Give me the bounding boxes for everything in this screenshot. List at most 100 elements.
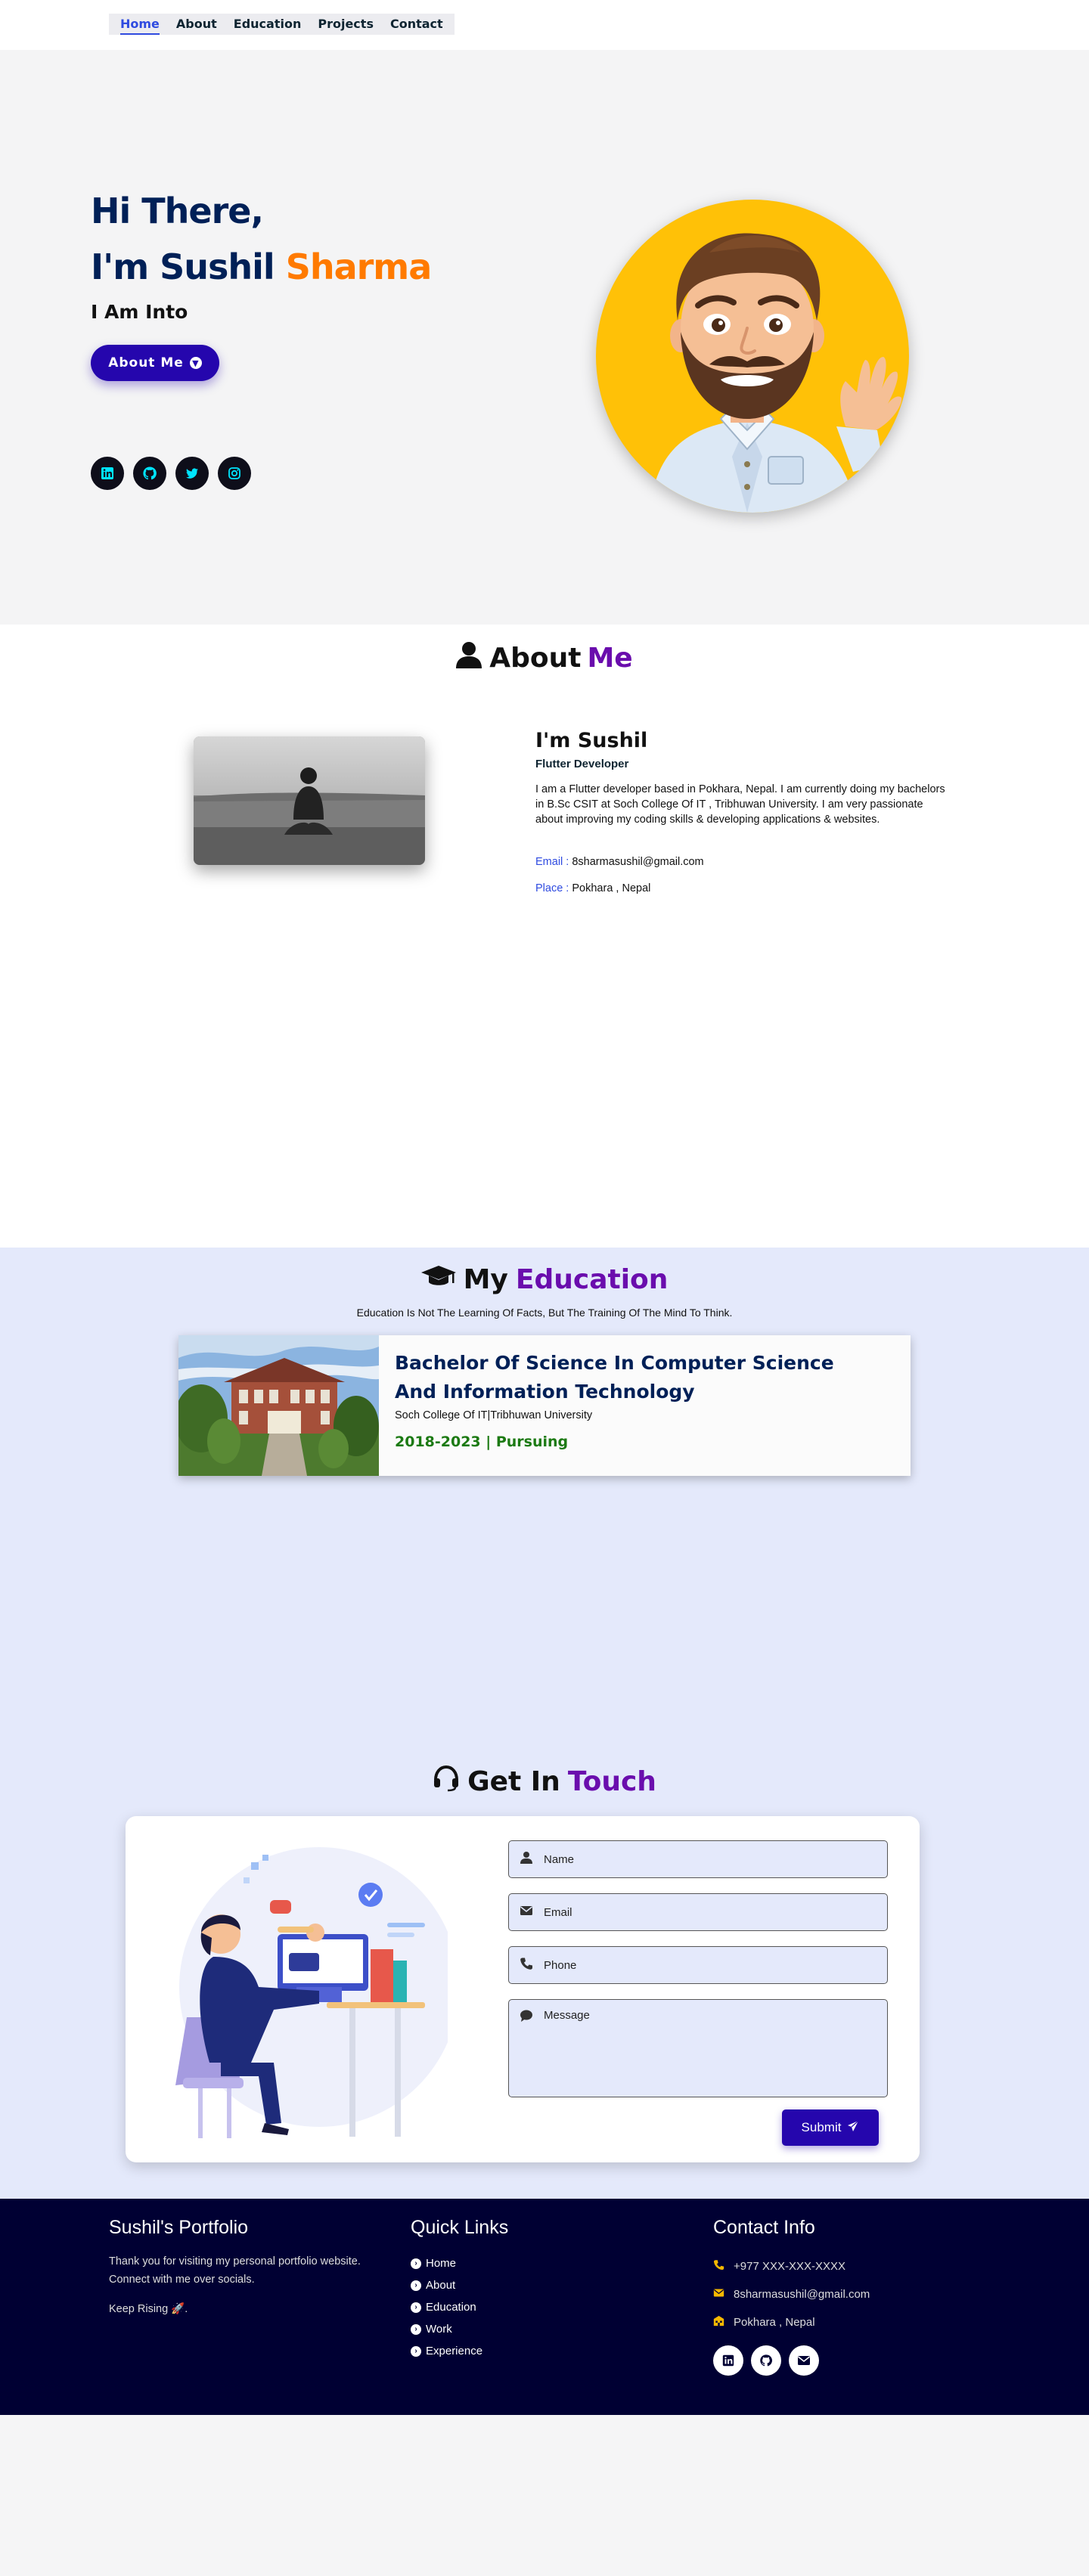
user-icon (520, 1851, 533, 1868)
about-email: Email : 8sharmasushil@gmail.com (535, 856, 704, 868)
footer-link-home[interactable]: › Home (411, 2252, 508, 2274)
footer-brand-text: Thank you for visiting my personal portf… (109, 2255, 361, 2286)
footer-phone: +977 XXX-XXX-XXXX (713, 2252, 870, 2280)
submit-button[interactable]: Submit (782, 2109, 879, 2146)
education-card: Bachelor Of Science In Computer Science … (178, 1335, 911, 1476)
hero-name-highlight: Sharma (285, 246, 433, 287)
linkedin-icon[interactable] (91, 457, 124, 490)
footer-link-label: Home (426, 2257, 457, 2270)
hero-greeting: Hi There, (91, 191, 264, 231)
footer-link-about[interactable]: › About (411, 2274, 508, 2296)
footer-contact-info: Contact Info +977 XXX-XXX-XXXX 8sharmasu… (713, 2217, 870, 2376)
footer: Sushil's Portfolio Thank you for visitin… (0, 2199, 1089, 2415)
about-photo (194, 736, 425, 865)
footer-place-value: Pokhara , Nepal (734, 2316, 815, 2329)
chevron-right-icon: › (411, 2323, 421, 2335)
chevron-right-icon: › (411, 2302, 421, 2313)
about-description: I am a Flutter developer based in Pokhar… (535, 783, 945, 826)
about-role: Flutter Developer (535, 758, 629, 770)
github-icon[interactable] (133, 457, 166, 490)
hero-socials (91, 457, 251, 490)
about-email-label: Email : (535, 856, 569, 868)
hero-heading: Hi There, I'm Sushil Sharma (91, 183, 433, 295)
about-place-value: Pokhara , Nepal (572, 882, 651, 894)
contact-title-highlight: Touch (567, 1766, 656, 1797)
hero-avatar (596, 200, 909, 513)
footer-info-title: Contact Info (713, 2217, 815, 2238)
nav-links: Home About Education Projects Contact (109, 14, 455, 35)
about-name: I'm Sushil (535, 729, 648, 752)
education-quote: Education Is Not The Learning Of Facts, … (356, 1307, 733, 1319)
envelope-icon (520, 1904, 533, 1920)
name-input[interactable]: Name (508, 1840, 888, 1878)
education-section: My Education Education Is Not The Learni… (0, 1248, 1089, 1747)
footer-brand-title: Sushil's Portfolio (109, 2217, 249, 2238)
graduation-cap-icon (420, 1264, 456, 1295)
submit-button-label: Submit (801, 2120, 842, 2134)
footer-link-label: About (426, 2279, 456, 2292)
chevron-right-icon: › (411, 2280, 421, 2291)
nav-link-about[interactable]: About (168, 14, 225, 35)
contact-card: Name Email Phone Message Submit (126, 1816, 920, 2162)
education-title-text: My (463, 1264, 508, 1295)
contact-title-text: Get In (467, 1766, 560, 1797)
about-title-highlight: Me (587, 643, 633, 674)
headset-icon (433, 1765, 460, 1799)
email-input[interactable]: Email (508, 1893, 888, 1931)
hero-subtitle: I Am Into (91, 301, 188, 323)
phone-icon (713, 2259, 724, 2274)
about-section: About Me I'm Sushil Flutter Developer I … (0, 625, 1089, 1248)
nav-link-education[interactable]: Education (225, 14, 310, 35)
hero-name: I'm Sushil (91, 246, 275, 287)
footer-link-education[interactable]: › Education (411, 2296, 508, 2318)
footer-link-work[interactable]: › Work (411, 2318, 508, 2340)
contact-illustration (168, 1836, 459, 2143)
education-title: My Education (0, 1264, 1089, 1295)
navbar: Home About Education Projects Contact (0, 0, 1089, 50)
github-icon[interactable] (751, 2345, 781, 2376)
mail-icon[interactable] (789, 2345, 819, 2376)
linkedin-icon[interactable] (713, 2345, 743, 2376)
message-textarea[interactable]: Message (508, 1999, 888, 2097)
chevron-right-icon: › (411, 2258, 421, 2269)
nav-link-projects[interactable]: Projects (309, 14, 382, 35)
about-me-button[interactable]: About Me ▼ (91, 345, 219, 381)
footer-link-label: Experience (426, 2345, 483, 2357)
footer-link-label: Work (426, 2323, 452, 2336)
user-icon (456, 641, 482, 675)
footer-keep-rising: Keep Rising 🚀. (109, 2303, 188, 2315)
footer-link-label: Education (426, 2301, 476, 2314)
nav-link-home[interactable]: Home (112, 14, 168, 35)
building-icon (713, 2315, 724, 2330)
nav-link-contact[interactable]: Contact (382, 14, 451, 35)
about-place: Place : Pokhara , Nepal (535, 882, 650, 894)
about-email-value: 8sharmasushil@gmail.com (572, 856, 704, 868)
envelope-icon (713, 2287, 724, 2302)
footer-link-experience[interactable]: › Experience (411, 2340, 508, 2362)
footer-place: Pokhara , Nepal (713, 2308, 870, 2336)
education-college: Soch College Of IT|Tribhuwan University (395, 1409, 593, 1421)
chevron-down-icon: ▼ (189, 357, 202, 369)
phone-input-placeholder: Phone (544, 1958, 577, 1972)
footer-links-title: Quick Links (411, 2217, 509, 2238)
twitter-icon[interactable] (175, 457, 209, 490)
email-input-placeholder: Email (544, 1905, 572, 1919)
about-title: About Me (0, 641, 1089, 675)
paper-plane-icon (847, 2120, 859, 2136)
footer-phone-value: +977 XXX-XXX-XXXX (734, 2260, 845, 2273)
message-textarea-placeholder: Message (544, 2009, 590, 2022)
footer-socials (713, 2345, 870, 2376)
education-years: 2018-2023 | Pursuing (395, 1434, 569, 1450)
name-input-placeholder: Name (544, 1852, 575, 1866)
contact-section: Get In Touch Name Email Phone Message Su… (0, 1747, 1089, 2199)
footer-quick-links: Quick Links › Home › About › Education › Wor… (411, 2217, 508, 2362)
footer-brand: Sushil's Portfolio Thank you for visitin… (109, 2217, 366, 2315)
contact-title: Get In Touch (0, 1765, 1089, 1799)
education-title-highlight: Education (515, 1264, 669, 1295)
instagram-icon[interactable] (218, 457, 251, 490)
phone-icon (520, 1957, 533, 1973)
about-place-label: Place : (535, 882, 569, 894)
chevron-right-icon: › (411, 2345, 421, 2357)
about-me-button-label: About Me (108, 355, 184, 370)
phone-input[interactable]: Phone (508, 1946, 888, 1984)
